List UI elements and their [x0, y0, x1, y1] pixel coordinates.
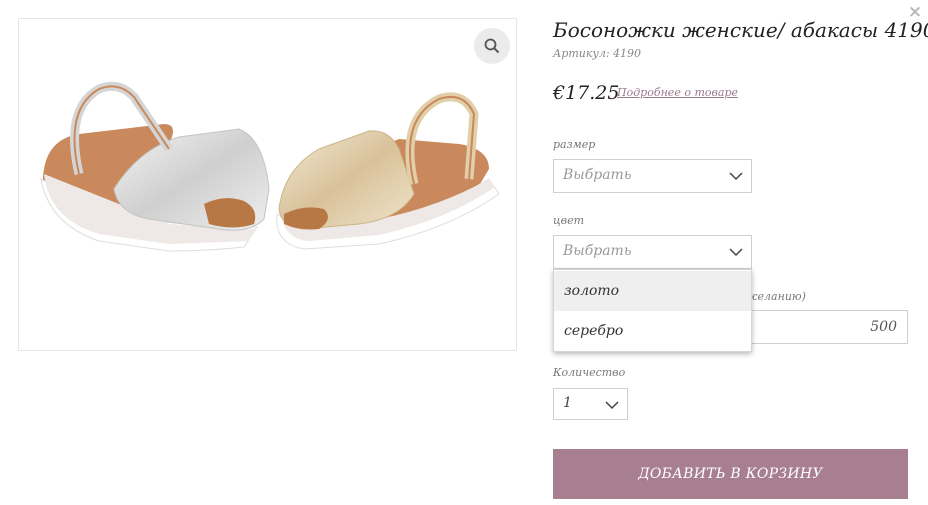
quantity-label: Количество: [553, 366, 626, 379]
option-label: серебро: [564, 323, 624, 339]
size-select[interactable]: Выбрать: [553, 159, 752, 193]
color-option-silver[interactable]: серебро: [554, 311, 751, 351]
chevron-down-icon: [729, 248, 743, 257]
size-select-value: Выбрать: [563, 167, 632, 183]
magnifier-icon: [484, 38, 500, 54]
color-option-gold[interactable]: золото: [554, 271, 751, 311]
donation-value: 500: [870, 319, 897, 335]
add-to-cart-button[interactable]: ДОБАВИТЬ В КОРЗИНУ: [553, 449, 908, 499]
option-label: золото: [564, 283, 620, 299]
product-price: €17.25: [553, 82, 620, 104]
sandals-illustration: [40, 81, 500, 252]
product-title: Босоножки женские/ абакасы 4190: [553, 18, 928, 42]
donation-input[interactable]: 500: [752, 310, 908, 344]
chevron-down-icon: [605, 401, 619, 410]
color-select-value: Выбрать: [563, 243, 632, 259]
color-dropdown: золото серебро: [553, 269, 752, 352]
quantity-select[interactable]: 1: [553, 388, 628, 420]
color-select[interactable]: Выбрать: [553, 235, 752, 269]
donation-label: желанию): [745, 290, 806, 303]
quantity-value: 1: [563, 395, 572, 411]
chevron-down-icon: [729, 172, 743, 181]
size-label: размер: [553, 138, 596, 151]
product-details-link[interactable]: Подробнее о товаре: [617, 86, 738, 99]
color-label: цвет: [553, 214, 585, 227]
zoom-button[interactable]: [474, 28, 510, 64]
product-sku: Артикул: 4190: [553, 47, 642, 60]
product-image: [18, 18, 517, 351]
